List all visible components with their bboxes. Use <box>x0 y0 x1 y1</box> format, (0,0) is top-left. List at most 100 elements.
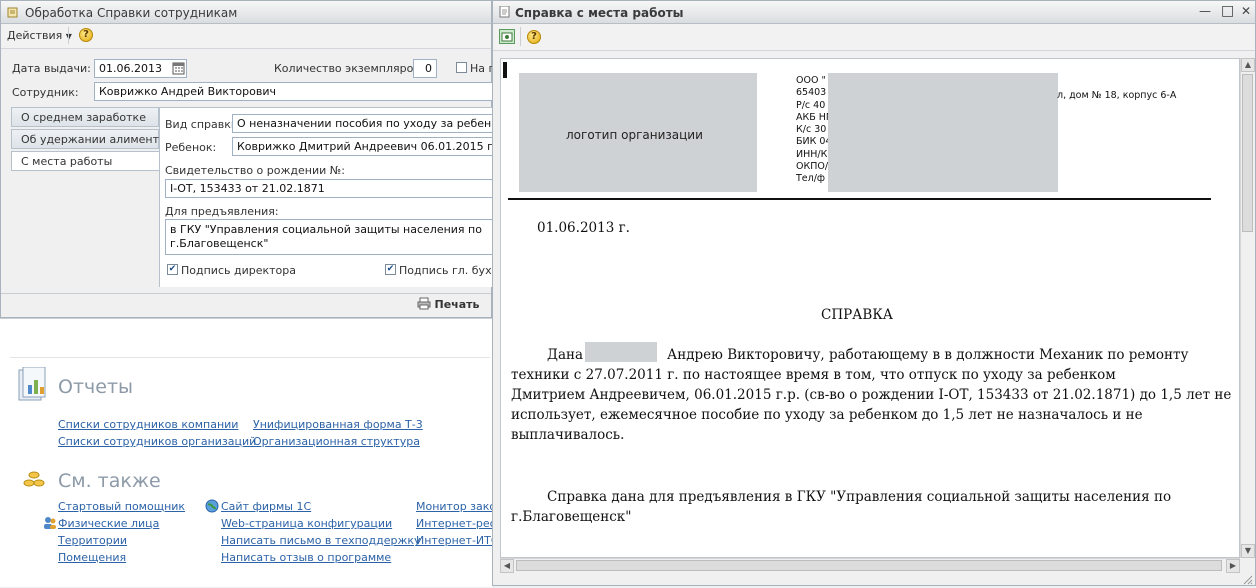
employee-value: Коврижко Андрей Викторович <box>99 85 276 98</box>
right-window-title: Справка с места работы <box>515 6 684 20</box>
link-form-t3[interactable]: Унифицированная форма Т-3 <box>253 418 423 431</box>
text-cursor <box>503 62 507 78</box>
copies-label: Количество экземпляров: <box>274 62 424 75</box>
sign-accountant-checkbox[interactable]: ✔ <box>385 264 396 275</box>
certificate-window: Справка с места работы — □ ✕ ? логотип о… <box>492 0 1256 586</box>
scroll-left-button[interactable]: ◀ <box>500 559 514 573</box>
para2-line1: Справка дана для предъявления в ГКУ "Упр… <box>547 489 1172 505</box>
present-value-line2: г.Благовещенск" <box>170 237 269 250</box>
certificate-label: Свидетельство о рождении №: <box>165 164 345 177</box>
logo-placeholder-text: логотип организации <box>566 128 703 142</box>
link-write-support[interactable]: Написать письмо в техподдержку <box>221 534 421 547</box>
link-write-feedback[interactable]: Написать отзыв о программе <box>221 551 391 564</box>
copies-value: 0 <box>425 62 432 75</box>
hscroll-thumb[interactable] <box>516 560 1222 571</box>
tab-alimony[interactable]: Об удержании алиментов <box>11 129 172 149</box>
maximize-button[interactable]: □ <box>1221 3 1234 19</box>
header-rule <box>508 198 1211 200</box>
sign-director-label: Подпись директора <box>181 264 296 277</box>
tab-workplace[interactable]: С места работы <box>11 151 160 171</box>
print-label: Печать <box>434 298 480 311</box>
minimize-button[interactable]: — <box>1199 4 1211 18</box>
horizontal-scrollbar[interactable]: ◀ ▶ <box>500 558 1240 573</box>
print-button[interactable]: Печать <box>417 297 479 313</box>
org-address-tail: л, дом № 18, корпус 6-А <box>1057 90 1177 101</box>
child-label: Ребенок: <box>165 141 217 154</box>
doc-type-field[interactable]: О неназначении пособия по уходу за ребен… <box>232 114 492 133</box>
redacted-requisites <box>828 73 1058 192</box>
child-value: Коврижко Дмитрий Андреевич 06.01.2015 г.… <box>237 140 492 153</box>
toolbar-separator <box>520 27 521 46</box>
document-heading: СПРАВКА <box>821 307 894 323</box>
tab-average-salary[interactable]: О среднем заработке <box>11 107 159 127</box>
save-copy-icon[interactable] <box>499 29 515 44</box>
link-internet-resources[interactable]: Интернет-ресу <box>416 517 502 530</box>
calendar-icon[interactable] <box>172 61 185 75</box>
on-label: На г <box>470 62 495 75</box>
copies-field[interactable]: 0 <box>413 59 437 78</box>
link-org-employees[interactable]: Списки сотрудников организаций <box>58 435 256 448</box>
left-window-title: Обработка Справки сотрудникам <box>25 6 238 20</box>
scroll-down-button[interactable]: ▼ <box>1241 544 1255 558</box>
help-icon[interactable]: ? <box>527 30 541 44</box>
sign-director-checkbox[interactable]: ✔ <box>167 264 178 275</box>
employee-label: Сотрудник: <box>12 86 79 99</box>
sign-accountant-label: Подпись гл. бухга <box>399 264 505 277</box>
start-page-panel: Отчеты Списки сотрудников компании Унифи… <box>0 318 503 587</box>
issue-date-label: Дата выдачи: <box>12 62 91 75</box>
issue-date-value: 01.06.2013 <box>99 62 162 75</box>
para1-line2: техники с 27.07.2011 г. по настоящее вре… <box>511 367 1116 383</box>
scroll-thumb[interactable] <box>1242 74 1253 232</box>
link-1c-site[interactable]: Сайт фирмы 1С <box>221 500 311 513</box>
child-field[interactable]: Коврижко Дмитрий Андреевич 06.01.2015 г.… <box>232 137 492 156</box>
para1-line3: Дмитрием Андреевичем, 06.01.2015 г.р. (с… <box>511 387 1232 403</box>
bottom-separator <box>1 293 491 294</box>
link-law-monitor[interactable]: Монитор закон <box>416 500 503 513</box>
link-config-webpage[interactable]: Web-страница конфигурации <box>221 517 392 530</box>
link-individuals[interactable]: Физические лица <box>58 517 159 530</box>
link-start-assistant[interactable]: Стартовый помощник <box>58 500 185 513</box>
tab-average-salary-label: О среднем заработке <box>21 111 146 124</box>
left-toolbar: Действия ▼ ? <box>1 24 491 49</box>
document-date: 01.06.2013 г. <box>537 220 630 236</box>
people-icon <box>43 516 57 530</box>
link-internet-its[interactable]: Интернет-ИТС <box>416 534 499 547</box>
present-value-line1: в ГКУ "Управления социальной защиты насе… <box>170 223 482 236</box>
link-territories[interactable]: Территории <box>58 534 127 547</box>
para1-dana: Дана <box>547 347 584 363</box>
close-button[interactable]: ✕ <box>1241 4 1251 18</box>
coins-icon <box>23 470 45 490</box>
reports-icon <box>17 366 49 407</box>
resize-grip-icon[interactable] <box>1241 573 1253 585</box>
reports-heading: Отчеты <box>58 376 134 398</box>
actions-menu[interactable]: Действия ▼ <box>7 29 72 42</box>
help-icon[interactable]: ? <box>79 28 93 42</box>
printer-icon <box>417 297 431 313</box>
para2-line2: г.Благовещенск" <box>511 509 632 525</box>
doc-type-value: О неназначении пособия по уходу за ребен… <box>237 117 492 130</box>
scroll-up-button[interactable]: ▲ <box>1241 58 1255 72</box>
para1-line1: Андрею Викторовичу, работающему в в долж… <box>667 347 1189 363</box>
doc-type-label: Вид справки: <box>165 118 242 131</box>
link-premises[interactable]: Помещения <box>58 551 126 564</box>
right-toolbar: ? <box>493 24 1255 51</box>
present-field[interactable]: в ГКУ "Управления социальной защиты насе… <box>165 219 492 255</box>
right-title-bar: Справка с места работы — □ ✕ <box>493 1 1255 24</box>
app-icon <box>7 6 19 18</box>
left-title-bar: Обработка Справки сотрудникам <box>1 1 491 24</box>
employee-field[interactable]: Коврижко Андрей Викторович <box>94 82 492 101</box>
para1-line4: использует, ежемесячное пособие по уходу… <box>511 407 1143 423</box>
toolbar-separator <box>68 27 69 44</box>
on-checkbox[interactable] <box>456 62 467 73</box>
link-org-structure[interactable]: Организационная структура <box>253 435 420 448</box>
certificate-field[interactable]: I-ОТ, 153433 от 21.02.1871 <box>165 179 492 198</box>
tab-workplace-label: С места работы <box>21 155 113 168</box>
globe-icon <box>205 499 219 513</box>
redacted-name <box>585 342 657 362</box>
scroll-right-button[interactable]: ▶ <box>1226 559 1240 573</box>
document-icon <box>499 5 511 18</box>
link-company-employees[interactable]: Списки сотрудников компании <box>58 418 238 431</box>
tab-alimony-label: Об удержании алиментов <box>21 133 173 146</box>
document-view[interactable]: логотип организации ООО " 65403 Р/с 40 А… <box>500 58 1240 558</box>
vertical-scrollbar[interactable]: ▲ ▼ <box>1240 58 1255 558</box>
